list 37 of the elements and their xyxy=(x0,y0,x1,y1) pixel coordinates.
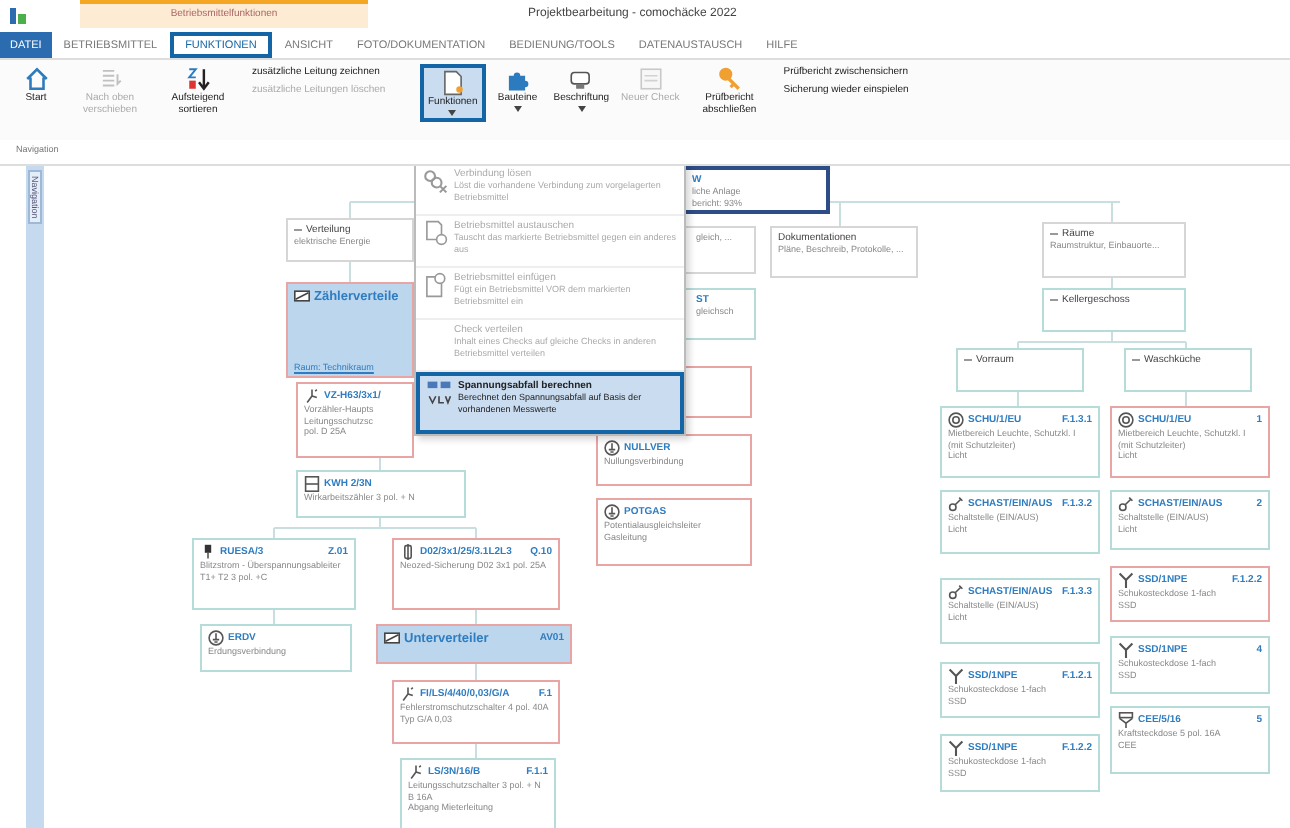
socket-icon xyxy=(948,668,964,684)
document-insert-icon xyxy=(422,272,448,299)
breaker-icon xyxy=(304,388,320,404)
distributor-icon xyxy=(294,288,310,304)
cee-icon xyxy=(1118,712,1134,728)
label-printer-icon xyxy=(568,66,595,92)
sort-icon xyxy=(185,66,211,92)
key-icon xyxy=(716,66,743,92)
arrester-icon xyxy=(200,544,216,560)
checklist-icon xyxy=(637,66,664,92)
lamp-icon xyxy=(1118,412,1134,428)
switch-icon xyxy=(1118,496,1134,512)
earth-icon xyxy=(604,440,620,456)
breaker-icon xyxy=(408,764,424,780)
document-icon xyxy=(439,70,466,96)
broken-link-icon xyxy=(422,168,448,194)
collapse-icon[interactable] xyxy=(294,226,302,234)
earth-icon xyxy=(208,630,224,646)
socket-icon xyxy=(948,740,964,756)
socket-icon xyxy=(1118,642,1134,658)
earth-icon xyxy=(604,504,620,520)
breaker-icon xyxy=(400,686,416,702)
collapse-icon[interactable] xyxy=(1050,230,1058,238)
switch-icon xyxy=(948,496,964,512)
fuse-icon xyxy=(400,544,416,560)
list-icon xyxy=(97,66,123,92)
socket-icon xyxy=(1118,572,1134,588)
house-icon xyxy=(23,66,49,92)
distributor-icon xyxy=(384,630,400,646)
lamp-icon xyxy=(948,412,964,428)
document-swap-icon xyxy=(422,220,448,247)
app-logo-icon xyxy=(8,6,28,26)
meter-icon xyxy=(304,476,320,492)
collapse-icon[interactable] xyxy=(964,356,972,364)
collapse-icon[interactable] xyxy=(1132,356,1140,364)
collapse-icon[interactable] xyxy=(1050,296,1058,304)
switch-icon xyxy=(948,584,964,600)
